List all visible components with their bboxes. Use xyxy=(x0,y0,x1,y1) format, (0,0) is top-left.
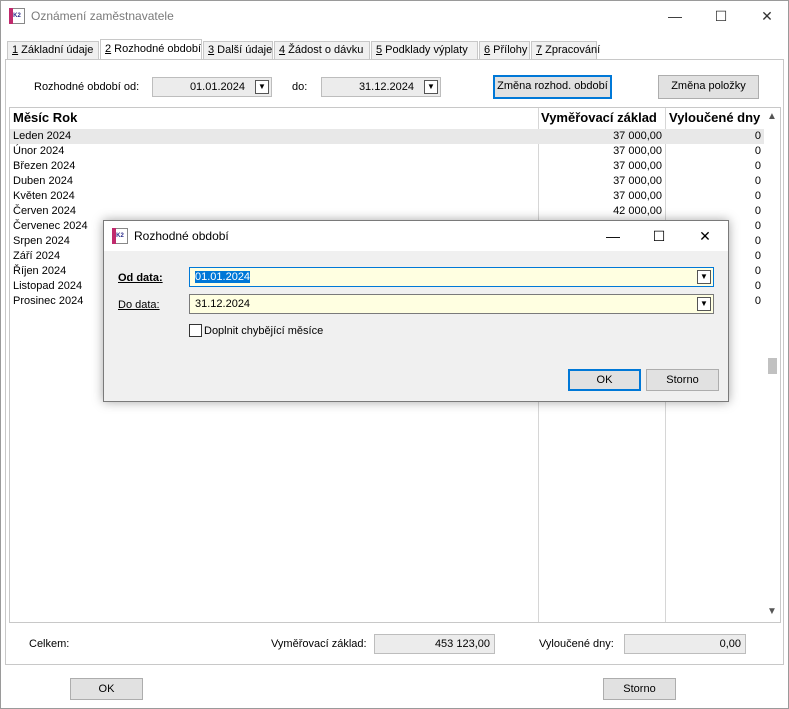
dialog-from-field[interactable]: 01.01.2024 ▼ xyxy=(189,267,714,287)
vertical-scrollbar[interactable]: ▲ ▼ xyxy=(764,108,780,622)
cell-month: Prosinec 2024 xyxy=(13,295,84,307)
column-header-base[interactable]: Vyměřovací základ xyxy=(541,108,664,128)
cell-month: Červenec 2024 xyxy=(13,220,88,232)
cell-base: 42 000,00 xyxy=(613,205,662,217)
dialog-ok-button[interactable]: OK xyxy=(568,369,641,391)
chevron-down-icon[interactable]: ▼ xyxy=(697,297,711,311)
cell-days: 0 xyxy=(754,130,761,142)
cell-base: 37 000,00 xyxy=(613,160,662,172)
table-header: Měsíc Rok Vyměřovací základ Vyloučené dn… xyxy=(10,108,766,128)
dialog-maximize-button[interactable]: ☐ xyxy=(636,221,682,251)
period-from-label: Rozhodné období od: xyxy=(34,81,140,93)
totals-days-value: 0,00 xyxy=(624,634,746,654)
cell-month: Únor 2024 xyxy=(13,145,65,157)
tab-payment-docs[interactable]: 5 Podklady výplaty xyxy=(371,41,478,59)
column-header-month[interactable]: Měsíc Rok xyxy=(13,108,533,128)
table-row[interactable]: Květen 2024 37 000,00 0 xyxy=(10,189,766,204)
decisive-period-dialog: K2 Rozhodné období — ☐ ✕ Od data: 01.01.… xyxy=(103,220,729,402)
chevron-down-icon[interactable]: ▼ xyxy=(255,80,269,94)
table-row[interactable]: Březen 2024 37 000,00 0 xyxy=(10,159,766,174)
cell-days: 0 xyxy=(754,160,761,172)
period-to-field[interactable]: 31.12.2024 ▼ xyxy=(321,77,441,97)
cell-base: 37 000,00 xyxy=(613,175,662,187)
cell-month: Březen 2024 xyxy=(13,160,76,172)
fill-missing-months-label[interactable]: Doplnit chybějící měsíce xyxy=(204,325,323,337)
totals-base-value: 453 123,00 xyxy=(374,634,495,654)
table-row[interactable]: Duben 2024 37 000,00 0 xyxy=(10,174,766,189)
change-period-button[interactable]: Změna rozhod. období xyxy=(493,75,612,99)
title-bar: K2 Oznámení zaměstnavatele — ☐ ✕ xyxy=(1,1,788,33)
table-row[interactable]: Leden 2024 37 000,00 0 xyxy=(10,129,766,144)
dialog-to-value: 31.12.2024 xyxy=(195,298,251,310)
table-row[interactable]: Červen 2024 42 000,00 0 xyxy=(10,204,766,219)
dialog-from-label: Od data: xyxy=(118,272,163,284)
cell-days: 0 xyxy=(754,205,761,217)
cell-month: Červen 2024 xyxy=(13,205,76,217)
app-logo-icon: K2 xyxy=(9,8,25,24)
cell-month: Květen 2024 xyxy=(13,190,75,202)
tab-basic-info[interactable]: 1 Základní údaje xyxy=(7,41,99,59)
ok-button[interactable]: OK xyxy=(70,678,143,700)
totals-base-label: Vyměřovací základ: xyxy=(271,638,367,650)
close-button[interactable]: ✕ xyxy=(744,1,789,31)
tab-decisive-period[interactable]: 2 Rozhodné období xyxy=(100,39,202,60)
cell-month: Srpen 2024 xyxy=(13,235,70,247)
cell-days: 0 xyxy=(754,190,761,202)
tab-processing[interactable]: 7 Zpracování xyxy=(531,41,600,59)
maximize-button[interactable]: ☐ xyxy=(698,1,744,31)
cell-month: Září 2024 xyxy=(13,250,61,262)
totals-label: Celkem: xyxy=(29,638,70,650)
scroll-up-icon[interactable]: ▲ xyxy=(767,111,777,122)
tab-attachments[interactable]: 6 Přílohy xyxy=(479,41,530,59)
cell-days: 0 xyxy=(754,175,761,187)
cancel-button[interactable]: Storno xyxy=(603,678,676,700)
cell-month: Říjen 2024 xyxy=(13,265,67,277)
dialog-from-value: 01.01.2024 xyxy=(195,271,251,283)
dialog-to-label: Do data: xyxy=(118,299,160,311)
minimize-button[interactable]: — xyxy=(652,1,698,31)
cell-days: 0 xyxy=(754,145,761,157)
period-from-field[interactable]: 01.01.2024 ▼ xyxy=(152,77,272,97)
chevron-down-icon[interactable]: ▼ xyxy=(697,270,711,284)
column-header-days[interactable]: Vyloučené dny xyxy=(669,108,765,128)
scroll-thumb[interactable] xyxy=(768,358,777,374)
window-title: Oznámení zaměstnavatele xyxy=(31,9,174,23)
table-row[interactable]: Únor 2024 37 000,00 0 xyxy=(10,144,766,159)
dialog-minimize-button[interactable]: — xyxy=(590,221,636,251)
period-to-label: do: xyxy=(292,81,308,93)
app-logo-icon: K2 xyxy=(112,228,128,244)
dialog-close-button[interactable]: ✕ xyxy=(682,221,728,251)
dialog-title: Rozhodné období xyxy=(134,229,229,243)
chevron-down-icon[interactable]: ▼ xyxy=(424,80,438,94)
cell-base: 37 000,00 xyxy=(613,145,662,157)
cell-month: Duben 2024 xyxy=(13,175,73,187)
cell-base: 37 000,00 xyxy=(613,190,662,202)
dialog-cancel-button[interactable]: Storno xyxy=(646,369,719,391)
cell-base: 37 000,00 xyxy=(613,130,662,142)
cell-month: Listopad 2024 xyxy=(13,280,83,292)
fill-missing-months-checkbox[interactable] xyxy=(189,324,202,337)
scroll-down-icon[interactable]: ▼ xyxy=(767,606,777,617)
dialog-title-bar: K2 Rozhodné období — ☐ ✕ xyxy=(104,221,728,251)
tab-other-data[interactable]: 3 Další údaje xyxy=(203,41,273,59)
dialog-to-field[interactable]: 31.12.2024 ▼ xyxy=(189,294,714,314)
tab-benefit-request[interactable]: 4 Žádost o dávku xyxy=(274,41,370,59)
cell-month: Leden 2024 xyxy=(13,130,72,142)
totals-days-label: Vyloučené dny: xyxy=(539,638,614,650)
change-item-button[interactable]: Změna položky xyxy=(658,75,759,99)
